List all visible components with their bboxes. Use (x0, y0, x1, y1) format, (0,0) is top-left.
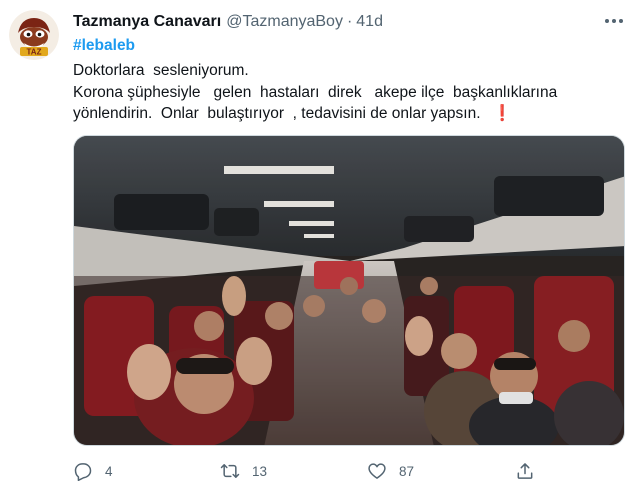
tweet-text-line: yönlendirin. Onlar bulaştırıyor , tedavi… (73, 103, 557, 125)
reply-icon (74, 463, 92, 481)
tweet-text: Doktorlara sesleniyorum. Korona şüphesiyl… (73, 60, 557, 125)
more-dots-icon (605, 19, 609, 23)
avatar[interactable]: TAZ (9, 10, 59, 60)
exclamation-emoji: ❗ (492, 105, 512, 122)
share-icon (517, 463, 533, 479)
more-options-button[interactable] (600, 10, 628, 32)
avatar-logo-text: TAZ (27, 48, 42, 57)
tweet-timestamp[interactable]: 41d (356, 13, 383, 31)
reply-count: 4 (105, 463, 113, 479)
like-count: 87 (399, 463, 415, 479)
tweet: TAZ Tazmanya Canavarı @TazmanyaBoy · 41d… (0, 0, 635, 502)
retweet-button[interactable]: 13 (220, 458, 267, 484)
retweet-icon (220, 464, 240, 478)
heart-icon (368, 463, 386, 479)
more-dot (612, 19, 616, 23)
tweet-header: Tazmanya Canavarı @TazmanyaBoy · 41d (73, 11, 383, 33)
tweet-action-bar: 4 13 87 (73, 458, 543, 484)
video-thumbnail (74, 136, 624, 445)
retweet-count: 13 (252, 463, 268, 479)
display-name[interactable]: Tazmanya Canavarı (73, 13, 221, 31)
separator-dot: · (346, 13, 353, 30)
share-button[interactable] (515, 458, 535, 484)
tweet-text-line: Korona şüphesiyle gelen hastaları direk … (73, 83, 558, 101)
user-handle[interactable]: @TazmanyaBoy (226, 13, 343, 31)
tweet-text-line-content: yönlendirin. Onlar bulaştırıyor , tedavi… (73, 105, 481, 122)
tweet-media-video[interactable] (73, 135, 625, 446)
reply-button[interactable]: 4 (73, 458, 113, 484)
like-button[interactable]: 87 (367, 458, 414, 484)
tweet-text-line: Doktorlara sesleniyorum. (73, 62, 249, 79)
hashtag-link[interactable]: #lebaleb (73, 37, 135, 55)
more-dot (619, 19, 623, 23)
